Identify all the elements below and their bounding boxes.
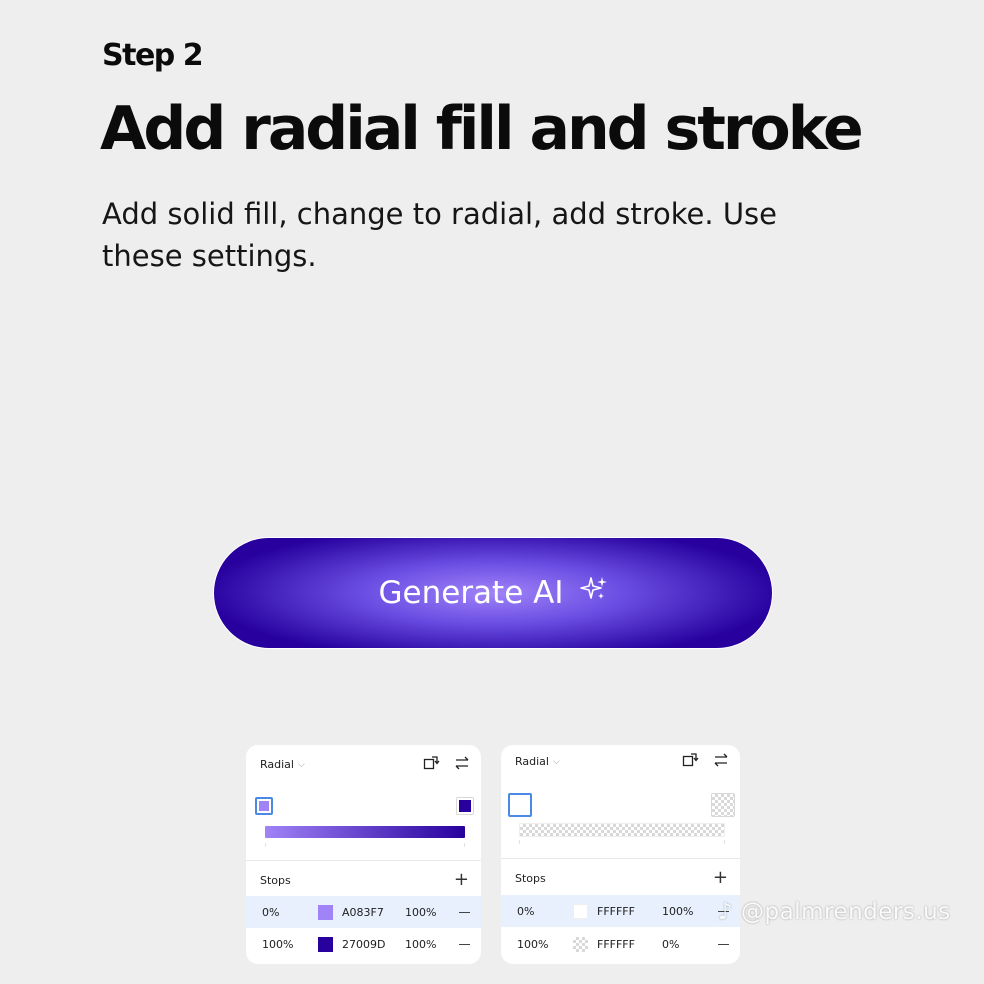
stop-row[interactable]: 0% FFFFFF 100% bbox=[501, 895, 740, 927]
stop-row[interactable]: 0% A083F7 100% bbox=[246, 896, 481, 928]
step-label: Step 2 bbox=[102, 38, 204, 73]
stop-hex[interactable]: FFFFFF bbox=[597, 905, 635, 918]
watermark: ♪ @palmrenders.us bbox=[718, 899, 951, 925]
watermark-text: @palmrenders.us bbox=[741, 899, 951, 925]
stop-handle-end-color bbox=[459, 800, 471, 812]
stop-handle-start[interactable] bbox=[508, 793, 532, 817]
stop-color-swatch[interactable] bbox=[573, 903, 588, 919]
stop-opacity[interactable]: 100% bbox=[405, 938, 436, 951]
stop-color-swatch[interactable] bbox=[318, 904, 333, 920]
gradient-preview-bar[interactable] bbox=[265, 826, 465, 838]
add-stop-button[interactable]: + bbox=[713, 867, 728, 888]
description: Add solid fill, change to radial, add st… bbox=[102, 197, 778, 273]
stroke-gradient-panel: Radial ⌵ Stops + 0% FFFFFF 100% 100% FFF… bbox=[501, 745, 740, 964]
stop-hex[interactable]: 27009D bbox=[342, 938, 385, 951]
chevron-down-icon: ⌵ bbox=[297, 759, 305, 770]
gradient-type-label: Radial bbox=[515, 755, 549, 768]
gradient-ticks bbox=[519, 840, 725, 844]
stop-position[interactable]: 100% bbox=[262, 938, 293, 951]
stop-position[interactable]: 0% bbox=[517, 905, 534, 918]
stop-row[interactable]: 100% 27009D 100% bbox=[246, 928, 481, 960]
divider bbox=[501, 858, 740, 859]
generate-ai-button[interactable]: Generate AI bbox=[213, 537, 773, 649]
rotate-gradient-icon[interactable] bbox=[423, 755, 441, 771]
stop-color-swatch[interactable] bbox=[573, 936, 588, 952]
swap-stops-icon[interactable] bbox=[712, 752, 730, 768]
generate-ai-label: Generate AI bbox=[378, 575, 564, 611]
gradient-ticks bbox=[265, 843, 465, 847]
add-stop-button[interactable]: + bbox=[454, 869, 469, 890]
rotate-gradient-icon[interactable] bbox=[682, 752, 700, 768]
remove-stop-icon[interactable] bbox=[459, 911, 470, 913]
stop-handle-start[interactable] bbox=[255, 797, 273, 815]
stops-label: Stops bbox=[515, 872, 546, 885]
tiktok-icon: ♪ bbox=[718, 899, 734, 925]
stop-handle-start-color bbox=[259, 801, 269, 811]
fill-gradient-panel: Radial ⌵ Stops + 0% A083F7 100% 100% 270… bbox=[246, 745, 481, 964]
chevron-down-icon: ⌵ bbox=[552, 756, 560, 767]
stop-color-swatch[interactable] bbox=[318, 936, 333, 952]
gradient-preview-bar[interactable] bbox=[519, 823, 725, 837]
gradient-type-select[interactable]: Radial ⌵ bbox=[260, 758, 305, 771]
stop-opacity[interactable]: 0% bbox=[662, 938, 679, 951]
stop-row[interactable]: 100% FFFFFF 0% bbox=[501, 928, 740, 960]
divider bbox=[246, 860, 481, 861]
swap-stops-icon[interactable] bbox=[453, 755, 471, 771]
remove-stop-icon[interactable] bbox=[459, 943, 470, 945]
page-title: Add radial fill and stroke bbox=[100, 94, 864, 164]
stop-opacity[interactable]: 100% bbox=[662, 905, 693, 918]
stop-handle-end[interactable] bbox=[711, 793, 735, 817]
remove-stop-icon[interactable] bbox=[718, 943, 729, 945]
stop-position[interactable]: 0% bbox=[262, 906, 279, 919]
gradient-type-label: Radial bbox=[260, 758, 294, 771]
sparkles-icon bbox=[579, 575, 608, 611]
stop-position[interactable]: 100% bbox=[517, 938, 548, 951]
stop-handle-start-color bbox=[512, 797, 528, 813]
stop-hex[interactable]: FFFFFF bbox=[597, 938, 635, 951]
stop-opacity[interactable]: 100% bbox=[405, 906, 436, 919]
gradient-type-select[interactable]: Radial ⌵ bbox=[515, 755, 560, 768]
stop-handle-end[interactable] bbox=[456, 797, 474, 815]
stop-hex[interactable]: A083F7 bbox=[342, 906, 384, 919]
stops-label: Stops bbox=[260, 874, 291, 887]
